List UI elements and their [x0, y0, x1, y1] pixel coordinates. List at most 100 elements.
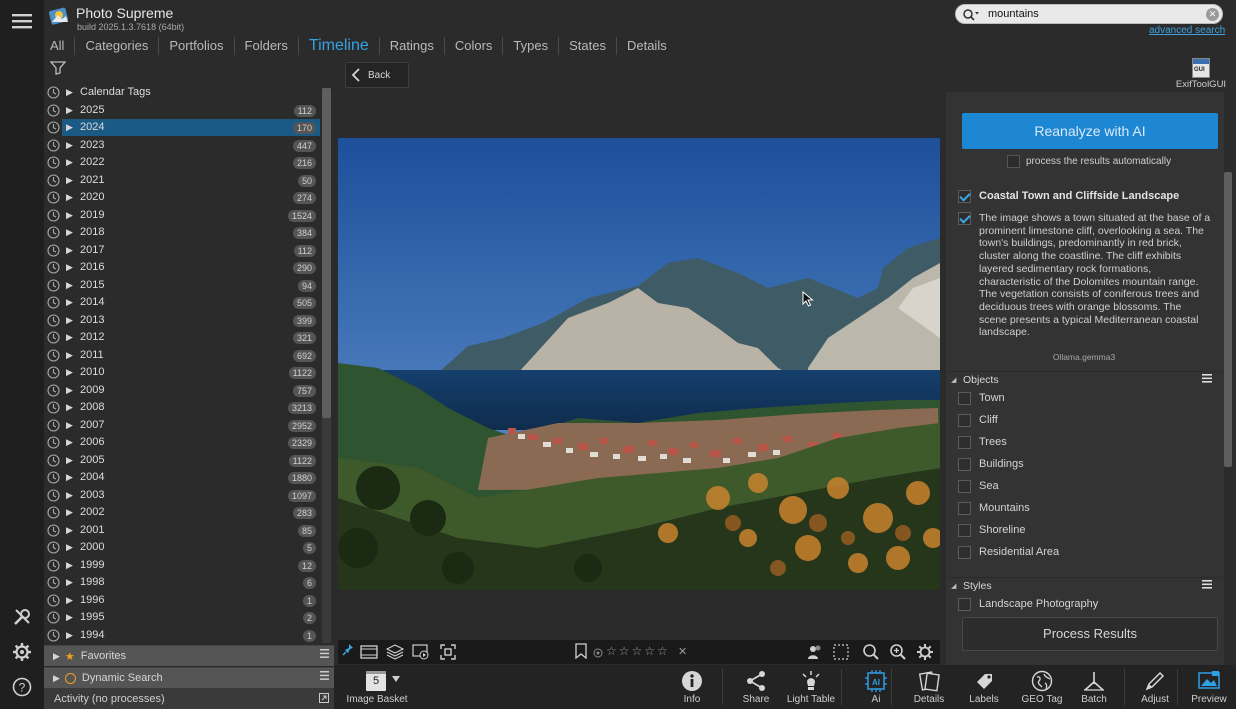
help-icon[interactable]: ?	[8, 673, 36, 701]
object-checkbox-cliff[interactable]	[958, 414, 971, 427]
tree-item-2015[interactable]: ▶ 2015 94	[44, 277, 320, 294]
tree-item-2009[interactable]: ▶ 2009 757	[44, 382, 320, 399]
tree-item-2019[interactable]: ▶ 2019 1524	[44, 207, 320, 224]
tree-item-2002[interactable]: ▶ 2002 283	[44, 504, 320, 521]
panel-menu-icon[interactable]	[320, 649, 329, 661]
expand-arrow-icon[interactable]: ▶	[66, 140, 73, 151]
object-checkbox-buildings[interactable]	[958, 458, 971, 471]
object-checkbox-mountains[interactable]	[958, 502, 971, 515]
tools-icon[interactable]	[8, 603, 36, 631]
tree-item-2007[interactable]: ▶ 2007 2952	[44, 417, 320, 434]
panel-menu-icon[interactable]	[320, 671, 329, 683]
search-box[interactable]: ✕	[955, 4, 1223, 24]
expand-arrow-icon[interactable]: ▶	[66, 87, 73, 98]
tree-root-calendar-tags[interactable]: ▶ Calendar Tags	[44, 84, 320, 101]
expand-arrow-icon[interactable]: ▶	[66, 385, 73, 396]
search-input[interactable]	[988, 7, 1198, 21]
expand-arrow-icon[interactable]: ▶	[66, 490, 73, 501]
tab-folders[interactable]: Folders	[235, 37, 299, 55]
objects-menu-icon[interactable]	[1202, 373, 1212, 386]
tree-item-2025[interactable]: ▶ 2025 112	[44, 102, 320, 119]
preview-photo[interactable]	[338, 138, 940, 590]
styles-menu-icon[interactable]	[1202, 579, 1212, 592]
faces-icon[interactable]	[806, 643, 824, 661]
expand-arrow-icon[interactable]: ▶	[66, 595, 73, 606]
object-checkbox-town[interactable]	[958, 392, 971, 405]
ai-panel-scrollbar[interactable]	[1224, 172, 1232, 467]
geo-tag-button[interactable]: GEO Tag	[1014, 665, 1070, 709]
ai-description-checkbox[interactable]	[958, 212, 971, 225]
tree-item-2004[interactable]: ▶ 2004 1880	[44, 469, 320, 486]
expand-arrow-icon[interactable]: ▶	[66, 297, 73, 308]
zoom-icon[interactable]	[862, 643, 880, 661]
tree-item-2012[interactable]: ▶ 2012 321	[44, 329, 320, 346]
object-checkbox-residential-area[interactable]	[958, 546, 971, 559]
ai-button[interactable]: AI Ai	[854, 665, 898, 709]
expand-arrow-icon[interactable]: ▶	[66, 157, 73, 168]
tab-colors[interactable]: Colors	[445, 37, 504, 55]
process-results-button[interactable]: Process Results	[962, 617, 1218, 651]
tree-item-1994[interactable]: ▶ 1994 1	[44, 627, 320, 644]
labels-button[interactable]: Labels	[960, 665, 1008, 709]
layers-icon[interactable]	[385, 643, 405, 661]
star-rating-icons[interactable]: ☆☆☆☆☆	[606, 644, 670, 658]
style-checkbox-landscape-photography[interactable]	[958, 598, 971, 611]
share-button[interactable]: Share	[734, 665, 778, 709]
hamburger-menu-icon[interactable]	[8, 7, 36, 35]
expand-arrow-icon[interactable]: ▶	[66, 192, 73, 203]
expand-arrow-icon[interactable]: ▶	[66, 280, 73, 291]
expand-arrow-icon[interactable]: ▶	[66, 455, 73, 466]
tree-item-1996[interactable]: ▶ 1996 1	[44, 592, 320, 609]
tree-scrollbar-thumb[interactable]	[322, 88, 331, 418]
batch-button[interactable]: Batch	[1071, 665, 1117, 709]
preview-button[interactable]: Preview	[1185, 665, 1233, 709]
favorites-panel[interactable]: ▶ ★ Favorites	[44, 645, 334, 666]
styles-section-header[interactable]: ◢ Styles	[946, 577, 1222, 595]
zoom-in-icon[interactable]	[889, 643, 907, 661]
tree-item-2017[interactable]: ▶ 2017 112	[44, 242, 320, 259]
tree-item-2020[interactable]: ▶ 2020 274	[44, 189, 320, 206]
tree-item-2011[interactable]: ▶ 2011 692	[44, 347, 320, 364]
object-checkbox-sea[interactable]	[958, 480, 971, 493]
tab-ratings[interactable]: Ratings	[380, 37, 445, 55]
tree-item-2000[interactable]: ▶ 2000 5	[44, 539, 320, 556]
selection-frame-icon[interactable]	[832, 643, 850, 661]
object-checkbox-shoreline[interactable]	[958, 524, 971, 537]
expand-arrow-icon[interactable]: ▶	[66, 402, 73, 413]
tree-item-2024[interactable]: ▶ 2024 170	[44, 119, 320, 136]
tab-types[interactable]: Types	[503, 37, 560, 55]
tree-item-2022[interactable]: ▶ 2022 216	[44, 154, 320, 171]
tree-item-2003[interactable]: ▶ 2003 1097	[44, 487, 320, 504]
filmstrip-icon[interactable]	[360, 643, 378, 661]
object-checkbox-trees[interactable]	[958, 436, 971, 449]
adjust-button[interactable]: Adjust	[1132, 665, 1178, 709]
expand-arrow-icon[interactable]: ▶	[66, 210, 73, 221]
tree-item-1999[interactable]: ▶ 1999 12	[44, 557, 320, 574]
light-table-button[interactable]: Light Table	[781, 665, 841, 709]
info-button[interactable]: Info	[669, 665, 715, 709]
expand-arrow-icon[interactable]: ▶	[66, 420, 73, 431]
tree-item-1998[interactable]: ▶ 1998 6	[44, 574, 320, 591]
tree-item-2008[interactable]: ▶ 2008 3213	[44, 399, 320, 416]
clear-search-icon[interactable]: ✕	[1206, 8, 1219, 21]
objects-section-header[interactable]: ◢ Objects	[946, 371, 1222, 389]
dynamic-search-panel[interactable]: ▶ Dynamic Search	[44, 667, 334, 688]
expand-arrow-icon[interactable]: ▶	[66, 245, 73, 256]
details-button[interactable]: Details	[904, 665, 954, 709]
expand-arrow-icon[interactable]: ▶	[66, 612, 73, 623]
clear-rating-icon[interactable]: ✕	[678, 645, 687, 658]
expand-arrow-icon[interactable]: ▶	[66, 262, 73, 273]
viewer-settings-icon[interactable]	[916, 643, 934, 661]
tree-item-2023[interactable]: ▶ 2023 447	[44, 137, 320, 154]
tree-item-2016[interactable]: ▶ 2016 290	[44, 259, 320, 276]
tree-item-2001[interactable]: ▶ 2001 85	[44, 522, 320, 539]
bookmark-icon[interactable]	[574, 643, 592, 661]
popout-icon[interactable]	[319, 693, 329, 706]
auto-process-checkbox[interactable]	[1007, 155, 1020, 168]
image-basket-button[interactable]: 5 Image Basket	[342, 665, 412, 709]
tree-item-2010[interactable]: ▶ 2010 1122	[44, 364, 320, 381]
expand-arrow-icon[interactable]: ▶	[66, 525, 73, 536]
expand-arrow-icon[interactable]: ▶	[66, 315, 73, 326]
expand-arrow-icon[interactable]: ▶	[66, 507, 73, 518]
expand-arrow-icon[interactable]: ▶	[66, 472, 73, 483]
